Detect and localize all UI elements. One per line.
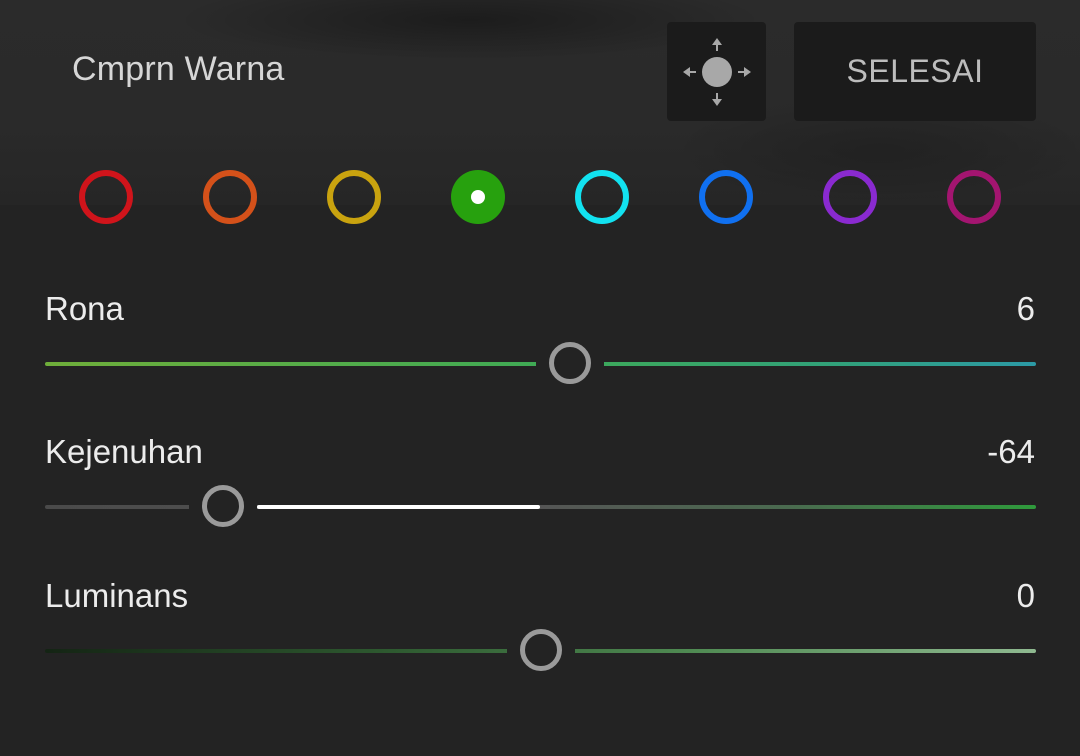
saturation-value: -64 [987,433,1035,470]
luminance-value: 0 [1016,577,1035,614]
swatch-orange[interactable] [203,170,257,224]
swatch-aqua[interactable] [575,170,629,224]
color-swatch-row [0,170,1080,224]
panel-title: Cmprn Warna [72,50,285,88]
saturation-label: Kejenuhan [45,433,203,470]
hue-thumb[interactable] [549,342,592,384]
swatch-purple[interactable] [823,170,877,224]
done-button[interactable]: SELESAI [794,22,1036,121]
saturation-thumb[interactable] [202,485,245,527]
move-arrows-icon [682,37,751,106]
luminance-thumb[interactable] [519,629,562,671]
swatch-red[interactable] [79,170,133,224]
swatch-yellow[interactable] [327,170,381,224]
target-adjust-button[interactable] [667,22,766,121]
swatch-green[interactable] [451,170,505,224]
swatch-blue[interactable] [699,170,753,224]
selected-dot-icon [471,190,485,204]
luminance-label: Luminans [45,577,189,614]
hue-value: 6 [1016,290,1035,327]
swatch-magenta[interactable] [947,170,1001,224]
hue-label: Rona [45,290,124,327]
saturation-change-bar [257,505,541,509]
